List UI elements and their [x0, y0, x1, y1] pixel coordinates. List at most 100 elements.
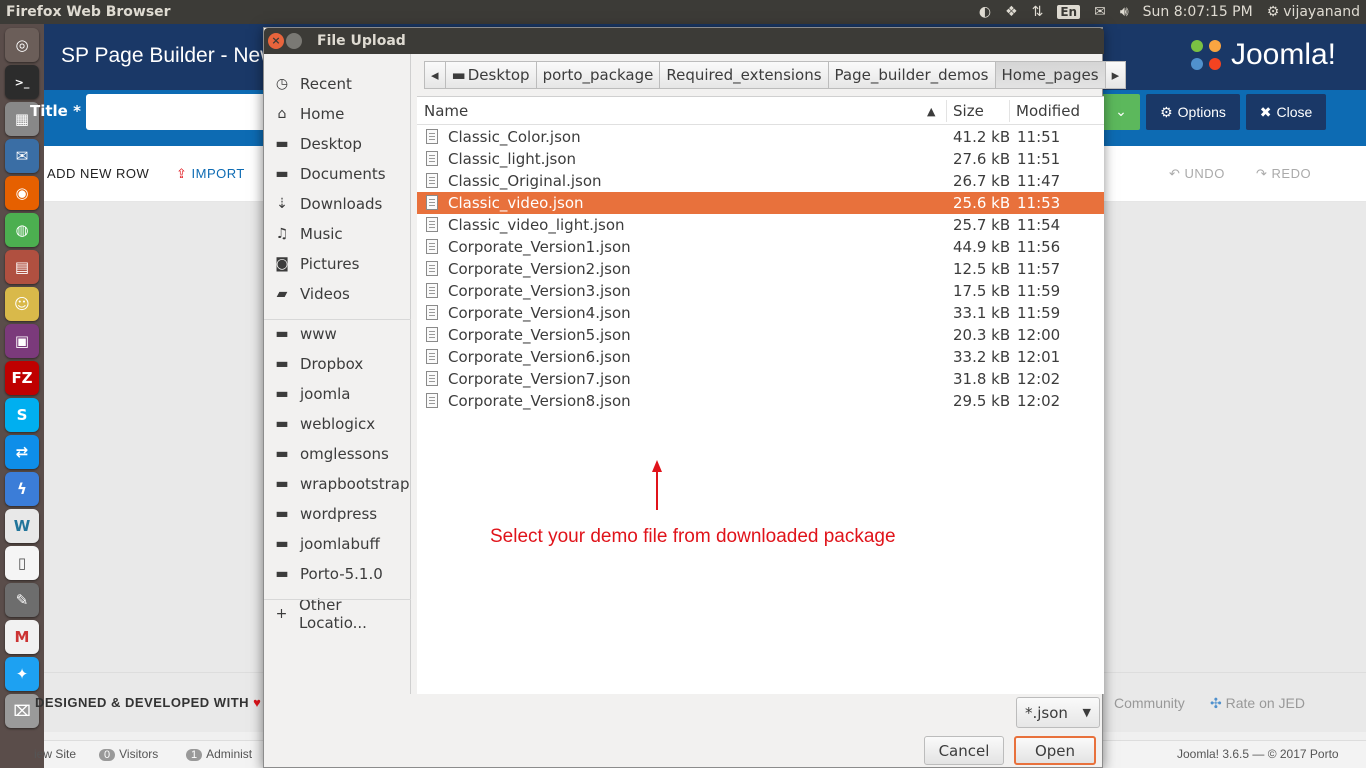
file-row[interactable]: Corporate_Version4.json 33.1 kB 11:59	[417, 302, 1104, 324]
path-scroll-left-button[interactable]: ◂	[424, 61, 446, 89]
redo-label: REDO	[1271, 166, 1312, 181]
keyboard-layout-indicator[interactable]: En	[1057, 5, 1081, 19]
file-row[interactable]: Classic_video.json 25.6 kB 11:53	[417, 192, 1104, 214]
sidebar-item-downloads[interactable]: ⇣ Downloads	[264, 189, 411, 219]
file-row[interactable]: Classic_light.json 27.6 kB 11:51	[417, 148, 1104, 170]
gmail-icon[interactable]: M	[5, 620, 39, 654]
thunder-icon[interactable]: ϟ	[5, 472, 39, 506]
folder-icon: ▬	[451, 66, 466, 84]
trash-icon[interactable]: ⌧	[5, 694, 39, 728]
dialog-close-button[interactable]: ×	[268, 33, 284, 49]
sidebar-item-label: Documents	[300, 165, 386, 183]
file-row[interactable]: Corporate_Version2.json 12.5 kB 11:57	[417, 258, 1104, 280]
ubuntu-dash-icon[interactable]: ◎	[5, 28, 39, 62]
visitors-status: 0 Visitors	[99, 747, 158, 761]
sidebar-item-dropbox[interactable]: ▬ Dropbox	[264, 349, 411, 379]
file-row[interactable]: Classic_video_light.json 25.7 kB 11:54	[417, 214, 1104, 236]
clock[interactable]: Sun 8:07:15 PM	[1143, 4, 1253, 20]
sidebar-item-pictures[interactable]: ◙ Pictures	[264, 249, 411, 279]
sidebar-item-wordpress[interactable]: ▬ wordpress	[264, 499, 411, 529]
community-link[interactable]: Community	[1114, 695, 1185, 711]
add-new-row-button[interactable]: ADD NEW ROW	[47, 166, 149, 181]
file-row[interactable]: Corporate_Version5.json 20.3 kB 12:00	[417, 324, 1104, 346]
settings-gear-icon[interactable]: ⚙	[1267, 4, 1280, 20]
teamviewer-icon[interactable]: ⇄	[5, 435, 39, 469]
sidebar-item-joomlabuff[interactable]: ▬ joomlabuff	[264, 529, 411, 559]
save-dropdown-button[interactable]: ⌄	[1102, 94, 1140, 130]
sidebar-item-label: weblogicx	[300, 415, 376, 433]
sidebar-item-label: joomlabuff	[300, 535, 380, 553]
cancel-button[interactable]: Cancel	[924, 736, 1004, 765]
dropbox-icon[interactable]: ❖	[1005, 4, 1018, 20]
wordpress-icon[interactable]: W	[5, 509, 39, 543]
media-icon[interactable]: ▣	[5, 324, 39, 358]
column-header-size[interactable]: Size	[953, 102, 984, 120]
file-row[interactable]: Corporate_Version8.json 29.5 kB 12:02	[417, 390, 1104, 412]
sidebar-item-joomla[interactable]: ▬ joomla	[264, 379, 411, 409]
file-size: 33.2 kB	[953, 348, 1011, 366]
file-row[interactable]: Corporate_Version7.json 31.8 kB 12:02	[417, 368, 1104, 390]
pidgin-icon[interactable]: ☺	[5, 287, 39, 321]
sidebar-item-porto-5-1-0[interactable]: ▬ Porto-5.1.0	[264, 559, 411, 589]
sidebar-item-wrapbootstrap[interactable]: ▬ wrapbootstrap	[264, 469, 411, 499]
sidebar-item-weblogicx[interactable]: ▬ weblogicx	[264, 409, 411, 439]
file-row[interactable]: Corporate_Version3.json 17.5 kB 11:59	[417, 280, 1104, 302]
mail-icon[interactable]: ✉	[1094, 4, 1106, 20]
page-title: SP Page Builder - New	[61, 44, 276, 67]
chrome-icon[interactable]: ◍	[5, 213, 39, 247]
file-size: 31.8 kB	[953, 370, 1011, 388]
text-file-icon	[426, 327, 438, 342]
open-button[interactable]: Open	[1014, 736, 1096, 765]
skype-icon[interactable]: S	[5, 398, 39, 432]
text-file-icon	[426, 371, 438, 386]
path-segment-home-pages[interactable]: Home_pages	[994, 61, 1106, 89]
sidebar-item-omglessons[interactable]: ▬ omglessons	[264, 439, 411, 469]
sync-icon[interactable]: ◐	[979, 4, 991, 20]
view-site-link[interactable]: iew Site	[34, 747, 76, 761]
volume-icon[interactable]: 🔊︎	[1120, 4, 1129, 20]
visitors-count: 0	[99, 749, 116, 761]
terminal-icon[interactable]: >_	[5, 65, 39, 99]
path-scroll-right-button[interactable]: ▸	[1104, 61, 1127, 89]
file-row[interactable]: Corporate_Version1.json 44.9 kB 11:56	[417, 236, 1104, 258]
path-segment-required-extensions[interactable]: Required_extensions	[659, 61, 829, 89]
import-button[interactable]: ⇪ IMPORT	[176, 166, 245, 182]
admins-status: 1 Administ	[186, 747, 252, 761]
rate-on-jed-link[interactable]: ✣ Rate on JED	[1210, 695, 1305, 712]
thunderbird-icon[interactable]: ✉	[5, 139, 39, 173]
path-segment-page-builder-demos[interactable]: Page_builder_demos	[827, 61, 996, 89]
sidebar-item-music[interactable]: ♫ Music	[264, 219, 411, 249]
file-row[interactable]: Corporate_Version6.json 33.2 kB 12:01	[417, 346, 1104, 368]
sidebar-item-documents[interactable]: ▬ Documents	[264, 159, 411, 189]
column-header-name[interactable]: Name	[424, 102, 468, 120]
close-button[interactable]: ✖ Close	[1246, 94, 1326, 130]
sidebar-item-recent[interactable]: ◷ Recent	[264, 69, 411, 99]
user-name[interactable]: vijayanand	[1283, 4, 1360, 20]
file-modified: 12:02	[1017, 370, 1061, 388]
options-button[interactable]: ⚙ Options	[1146, 94, 1240, 130]
redo-button[interactable]: ↷ REDO	[1256, 166, 1311, 182]
firefox-icon[interactable]: ◉	[5, 176, 39, 210]
sidebar-item-videos[interactable]: ▰ Videos	[264, 279, 411, 309]
files-icon[interactable]: ▤	[5, 250, 39, 284]
sidebar-item-www[interactable]: ▬ www	[264, 319, 411, 349]
filezilla-icon[interactable]: FZ	[5, 361, 39, 395]
sidebar-item-desktop[interactable]: ▬ Desktop	[264, 129, 411, 159]
gimp-icon[interactable]: ✎	[5, 583, 39, 617]
sidebar-item-home[interactable]: ⌂ Home	[264, 99, 411, 129]
title-input[interactable]	[86, 94, 266, 130]
file-type-filter[interactable]: *.json ▼	[1016, 697, 1100, 728]
twitter-icon[interactable]: ✦	[5, 657, 39, 691]
network-icon[interactable]: ⇅	[1032, 4, 1044, 20]
sidebar-item-other-locatio[interactable]: + Other Locatio...	[264, 596, 411, 632]
options-label: Options	[1177, 104, 1226, 120]
undo-button[interactable]: ↶ UNDO	[1169, 166, 1225, 182]
document-icon[interactable]: ▯	[5, 546, 39, 580]
file-row[interactable]: Classic_Original.json 26.7 kB 11:47	[417, 170, 1104, 192]
dialog-minimize-button[interactable]	[286, 33, 302, 49]
path-segment-desktop[interactable]: ▬ Desktop	[444, 61, 537, 89]
file-row[interactable]: Classic_Color.json 41.2 kB 11:51	[417, 126, 1104, 148]
file-name: Classic_video_light.json	[448, 216, 625, 234]
path-segment-porto-package[interactable]: porto_package	[535, 61, 661, 89]
column-header-modified[interactable]: Modified	[1016, 102, 1080, 120]
